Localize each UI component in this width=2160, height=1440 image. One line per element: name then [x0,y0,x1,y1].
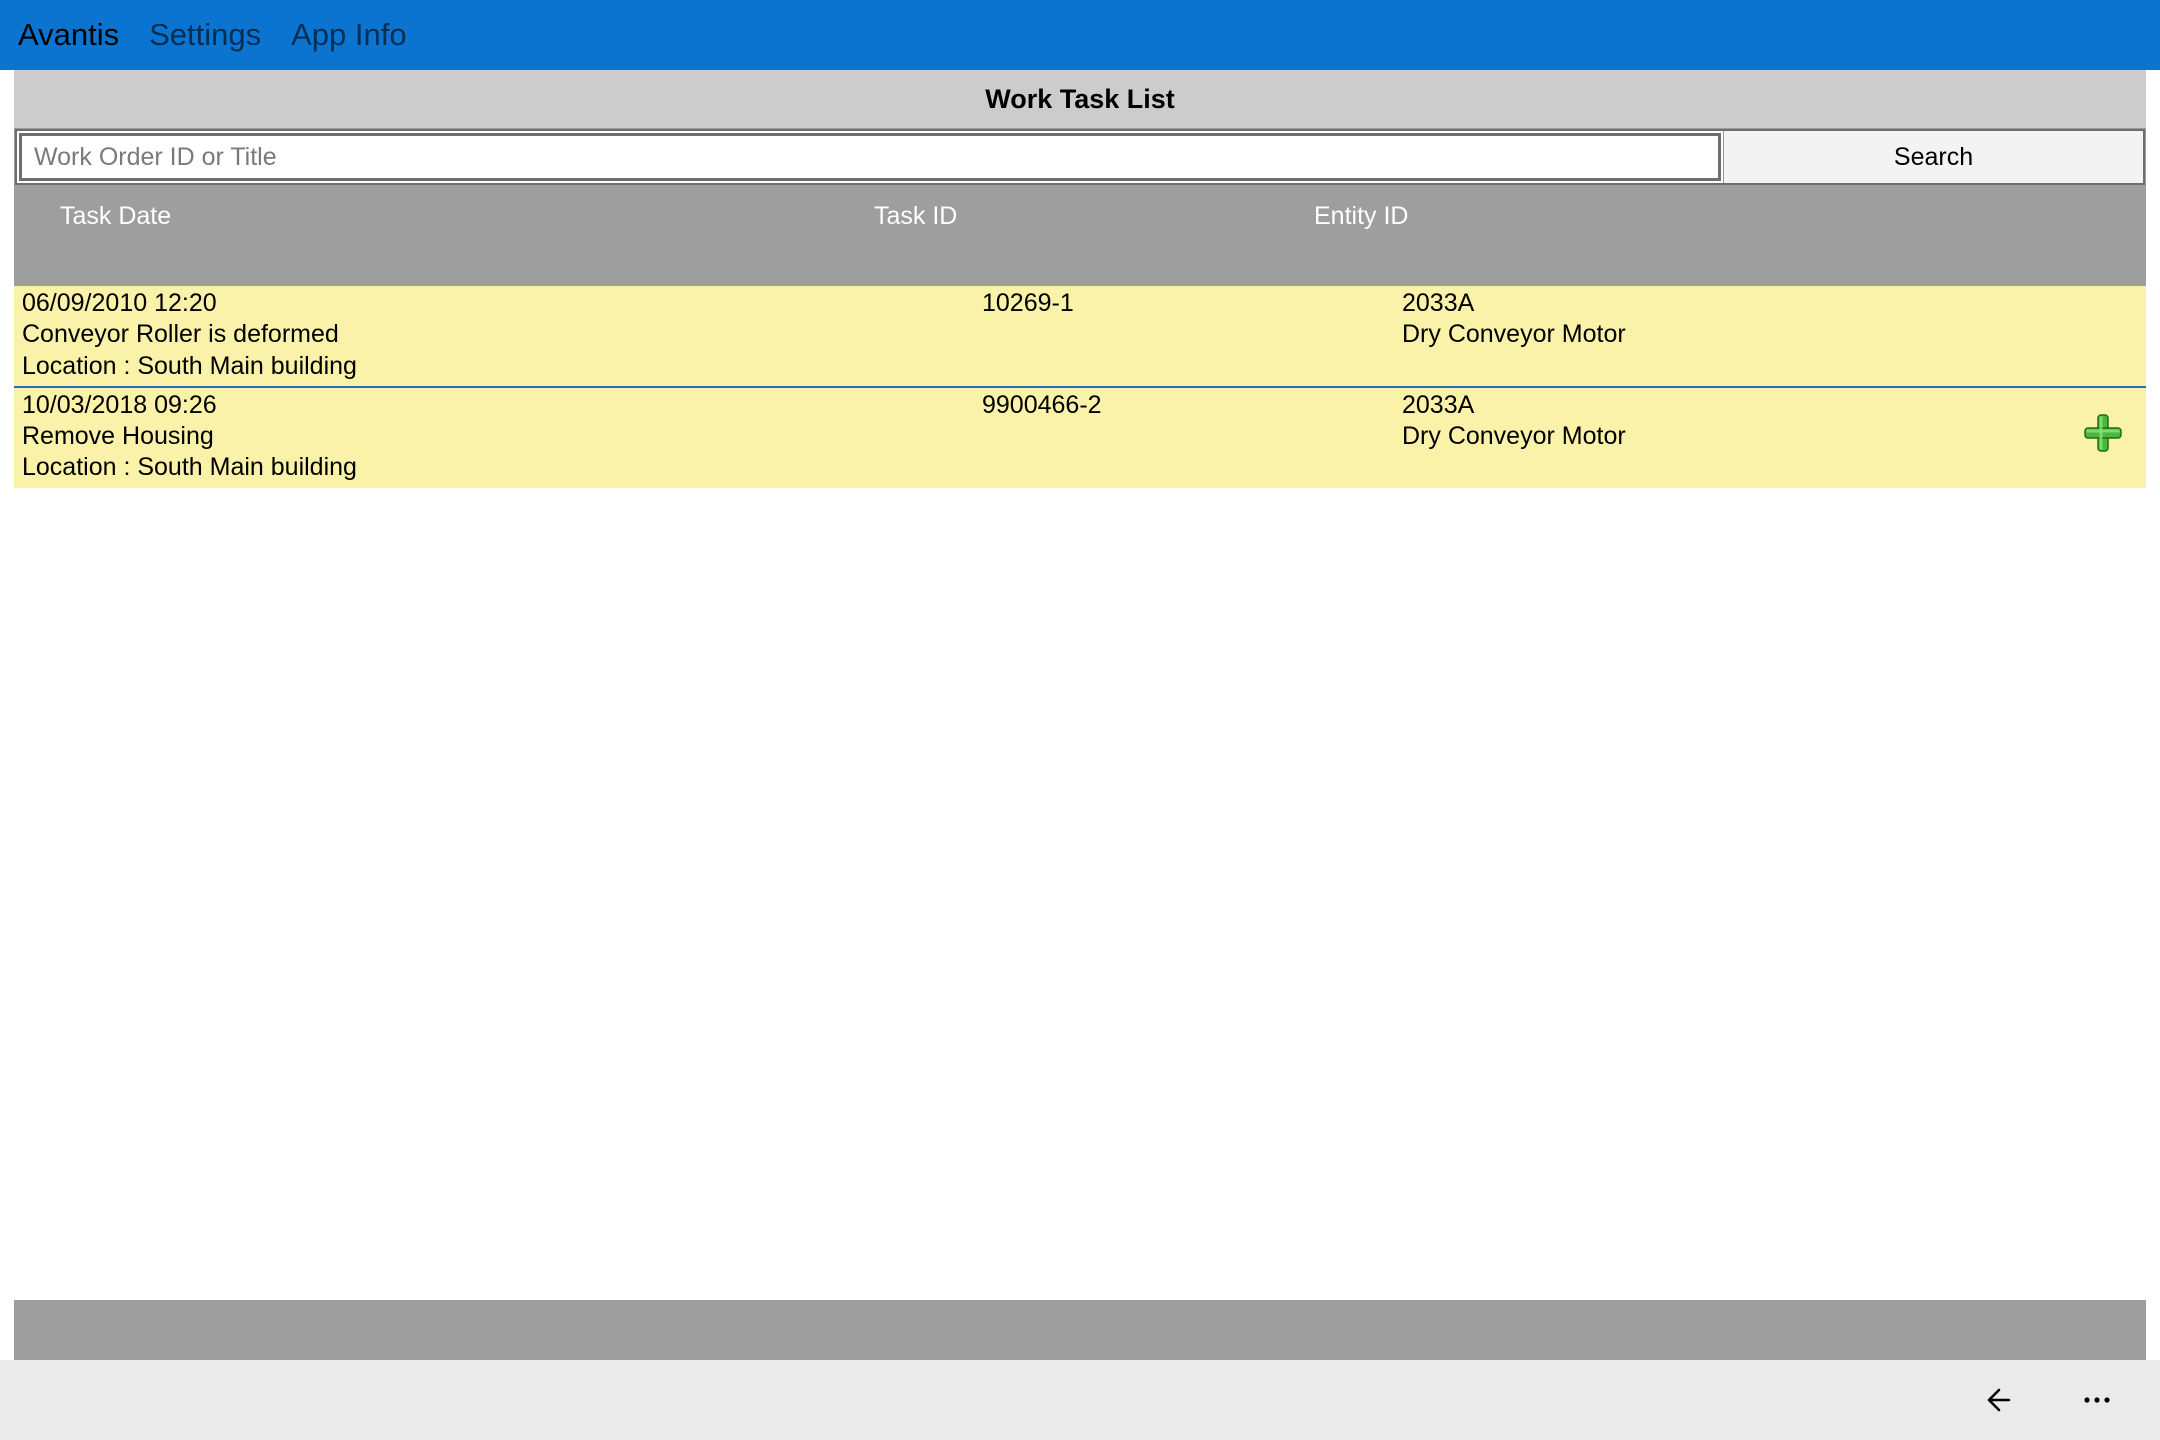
entity-name: Dry Conveyor Motor [1402,319,2068,350]
column-header-task-date[interactable]: Task Date [14,202,814,286]
menu-app-info[interactable]: App Info [291,17,406,53]
task-id: 9900466-2 [982,390,1402,421]
cell-task-date: 10/03/2018 09:26 Remove Housing Location… [22,390,982,484]
cell-action [2068,390,2138,484]
search-input-wrap [19,133,1721,181]
search-input[interactable] [22,136,1718,178]
cell-entity: 2033A Dry Conveyor Motor [1402,288,2068,382]
app-name[interactable]: Avantis [18,17,119,53]
entity-id: 2033A [1402,390,2068,421]
task-title: Remove Housing [22,421,982,452]
page-panel: Work Task List Search Task Date Task ID … [14,70,2146,1300]
task-location: Location : South Main building [22,351,982,382]
app-title-bar: Avantis Settings App Info [0,0,2160,70]
back-arrow-icon[interactable] [1978,1377,2024,1423]
column-header-row: Task Date Task ID Entity ID [14,186,2146,286]
task-date: 06/09/2010 12:20 [22,288,982,319]
cell-entity: 2033A Dry Conveyor Motor [1402,390,2068,484]
cell-task-date: 06/09/2010 12:20 Conveyor Roller is defo… [22,288,982,382]
entity-id: 2033A [1402,288,2068,319]
command-bar [0,1360,2160,1440]
panel-footer-strip [14,1300,2146,1360]
cell-task-id: 9900466-2 [982,390,1402,484]
table-row[interactable]: 10/03/2018 09:26 Remove Housing Location… [14,388,2146,488]
search-row: Search [15,129,2145,185]
column-header-task-id[interactable]: Task ID [814,202,1234,286]
task-id: 10269-1 [982,288,1402,319]
entity-name: Dry Conveyor Motor [1402,421,2068,452]
more-icon[interactable] [2074,1377,2120,1423]
task-date: 10/03/2018 09:26 [22,390,982,421]
task-title: Conveyor Roller is deformed [22,319,982,350]
search-button[interactable]: Search [1723,131,2143,183]
task-location: Location : South Main building [22,452,982,483]
task-rows-container: 06/09/2010 12:20 Conveyor Roller is defo… [14,286,2146,1300]
add-icon[interactable] [2083,413,2123,461]
menu-settings[interactable]: Settings [149,17,261,53]
cell-action [2068,288,2138,382]
page-title-bar: Work Task List [14,70,2146,128]
cell-task-id: 10269-1 [982,288,1402,382]
page-title: Work Task List [985,84,1175,115]
table-row[interactable]: 06/09/2010 12:20 Conveyor Roller is defo… [14,286,2146,388]
column-header-entity-id[interactable]: Entity ID [1234,202,2146,286]
